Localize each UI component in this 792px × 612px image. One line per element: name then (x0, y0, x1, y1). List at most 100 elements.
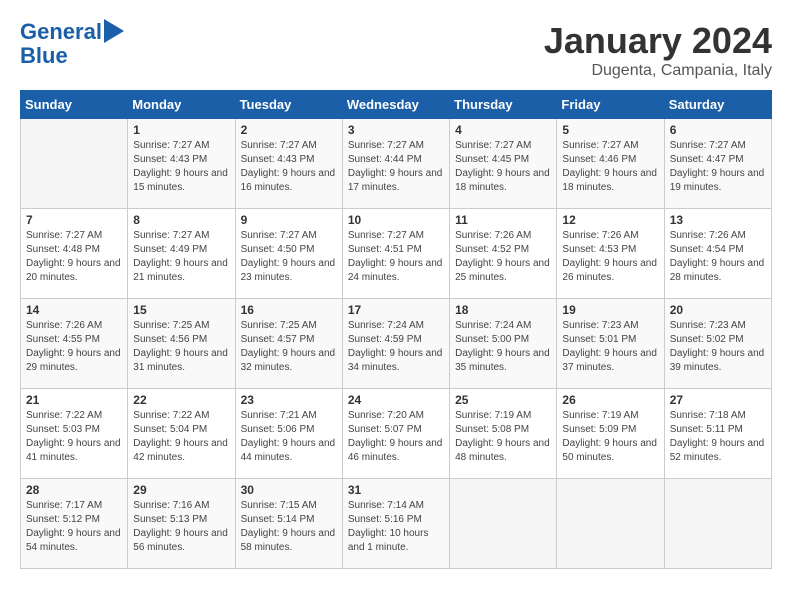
day-number: 14 (26, 303, 122, 317)
day-info: Sunrise: 7:27 AM Sunset: 4:44 PM Dayligh… (348, 139, 444, 195)
day-number: 15 (133, 303, 229, 317)
day-number: 17 (348, 303, 444, 317)
calendar-cell: 16Sunrise: 7:25 AM Sunset: 4:57 PM Dayli… (235, 299, 342, 389)
day-info: Sunrise: 7:27 AM Sunset: 4:43 PM Dayligh… (241, 139, 337, 195)
day-info: Sunrise: 7:14 AM Sunset: 5:16 PM Dayligh… (348, 499, 444, 555)
day-info: Sunrise: 7:26 AM Sunset: 4:55 PM Dayligh… (26, 319, 122, 375)
calendar-week-row: 14 Sunrise: 7:26 AM Sunset: 4:55 PM Dayli… (21, 299, 772, 389)
calendar-header-row: SundayMondayTuesdayWednesdayThursdayFrid… (21, 91, 772, 119)
day-number: 26 (562, 393, 658, 407)
day-info: Sunrise: 7:20 AM Sunset: 5:07 PM Dayligh… (348, 409, 444, 465)
day-info: Sunrise: 7:19 AM Sunset: 5:09 PM Dayligh… (562, 409, 658, 465)
day-number: 31 (348, 483, 444, 497)
day-number: 25 (455, 393, 551, 407)
day-number: 2 (241, 123, 337, 137)
day-info: Sunrise: 7:22 AM Sunset: 5:03 PM Dayligh… (26, 409, 122, 465)
calendar-cell: 31 Sunrise: 7:14 AM Sunset: 5:16 PM Dayli… (342, 479, 449, 569)
calendar-cell (557, 479, 664, 569)
day-info: Sunrise: 7:21 AM Sunset: 5:06 PM Dayligh… (241, 409, 337, 465)
calendar-cell: 3 Sunrise: 7:27 AM Sunset: 4:44 PM Daylig… (342, 119, 449, 209)
day-info: Sunrise: 7:27 AM Sunset: 4:51 PM Dayligh… (348, 229, 444, 285)
day-info: Sunrise: 7:25 AM Sunset: 4:57 PM Dayligh… (241, 319, 337, 375)
calendar-week-row: 21Sunrise: 7:22 AM Sunset: 5:03 PM Dayli… (21, 389, 772, 479)
title-area: January 2024 Dugenta, Campania, Italy (544, 20, 772, 80)
calendar-cell: 1Sunrise: 7:27 AM Sunset: 4:43 PM Daylig… (128, 119, 235, 209)
day-number: 6 (670, 123, 766, 137)
logo-blue-text: Blue (20, 44, 124, 68)
calendar-cell: 8 Sunrise: 7:27 AM Sunset: 4:49 PM Daylig… (128, 209, 235, 299)
day-info: Sunrise: 7:24 AM Sunset: 5:00 PM Dayligh… (455, 319, 551, 375)
weekday-header: Sunday (21, 91, 128, 119)
weekday-header: Wednesday (342, 91, 449, 119)
calendar-cell: 24 Sunrise: 7:20 AM Sunset: 5:07 PM Dayli… (342, 389, 449, 479)
day-number: 3 (348, 123, 444, 137)
day-number: 4 (455, 123, 551, 137)
calendar-cell: 7 Sunrise: 7:27 AM Sunset: 4:48 PM Daylig… (21, 209, 128, 299)
calendar-cell: 26 Sunrise: 7:19 AM Sunset: 5:09 PM Dayli… (557, 389, 664, 479)
calendar-cell: 6 Sunrise: 7:27 AM Sunset: 4:47 PM Daylig… (664, 119, 771, 209)
calendar-cell: 4 Sunrise: 7:27 AM Sunset: 4:45 PM Daylig… (450, 119, 557, 209)
day-info: Sunrise: 7:27 AM Sunset: 4:47 PM Dayligh… (670, 139, 766, 195)
day-number: 5 (562, 123, 658, 137)
calendar-cell: 2 Sunrise: 7:27 AM Sunset: 4:43 PM Daylig… (235, 119, 342, 209)
weekday-header: Tuesday (235, 91, 342, 119)
day-number: 8 (133, 213, 229, 227)
calendar-cell: 18 Sunrise: 7:24 AM Sunset: 5:00 PM Dayli… (450, 299, 557, 389)
day-number: 22 (133, 393, 229, 407)
page-header: General Blue January 2024 Dugenta, Campa… (20, 20, 772, 80)
calendar-cell: 15 Sunrise: 7:25 AM Sunset: 4:56 PM Dayli… (128, 299, 235, 389)
day-info: Sunrise: 7:27 AM Sunset: 4:45 PM Dayligh… (455, 139, 551, 195)
calendar-week-row: 28 Sunrise: 7:17 AM Sunset: 5:12 PM Dayli… (21, 479, 772, 569)
calendar-cell: 23Sunrise: 7:21 AM Sunset: 5:06 PM Dayli… (235, 389, 342, 479)
day-info: Sunrise: 7:23 AM Sunset: 5:02 PM Dayligh… (670, 319, 766, 375)
calendar-cell: 29Sunrise: 7:16 AM Sunset: 5:13 PM Dayli… (128, 479, 235, 569)
logo-arrow-icon (104, 19, 124, 43)
day-info: Sunrise: 7:27 AM Sunset: 4:48 PM Dayligh… (26, 229, 122, 285)
day-number: 18 (455, 303, 551, 317)
day-number: 10 (348, 213, 444, 227)
calendar-cell: 28 Sunrise: 7:17 AM Sunset: 5:12 PM Dayli… (21, 479, 128, 569)
calendar-cell: 17Sunrise: 7:24 AM Sunset: 4:59 PM Dayli… (342, 299, 449, 389)
weekday-header: Friday (557, 91, 664, 119)
day-info: Sunrise: 7:17 AM Sunset: 5:12 PM Dayligh… (26, 499, 122, 555)
month-title: January 2024 (544, 20, 772, 62)
day-number: 9 (241, 213, 337, 227)
calendar-cell: 21Sunrise: 7:22 AM Sunset: 5:03 PM Dayli… (21, 389, 128, 479)
day-info: Sunrise: 7:18 AM Sunset: 5:11 PM Dayligh… (670, 409, 766, 465)
day-info: Sunrise: 7:25 AM Sunset: 4:56 PM Dayligh… (133, 319, 229, 375)
calendar-table: SundayMondayTuesdayWednesdayThursdayFrid… (20, 90, 772, 569)
weekday-header: Thursday (450, 91, 557, 119)
weekday-header: Monday (128, 91, 235, 119)
day-info: Sunrise: 7:22 AM Sunset: 5:04 PM Dayligh… (133, 409, 229, 465)
calendar-cell: 14 Sunrise: 7:26 AM Sunset: 4:55 PM Dayli… (21, 299, 128, 389)
day-number: 7 (26, 213, 122, 227)
calendar-cell: 27Sunrise: 7:18 AM Sunset: 5:11 PM Dayli… (664, 389, 771, 479)
day-info: Sunrise: 7:15 AM Sunset: 5:14 PM Dayligh… (241, 499, 337, 555)
day-info: Sunrise: 7:27 AM Sunset: 4:50 PM Dayligh… (241, 229, 337, 285)
calendar-cell: 30 Sunrise: 7:15 AM Sunset: 5:14 PM Dayli… (235, 479, 342, 569)
day-number: 12 (562, 213, 658, 227)
day-info: Sunrise: 7:26 AM Sunset: 4:54 PM Dayligh… (670, 229, 766, 285)
day-number: 24 (348, 393, 444, 407)
logo-text: General (20, 20, 102, 44)
day-info: Sunrise: 7:16 AM Sunset: 5:13 PM Dayligh… (133, 499, 229, 555)
day-info: Sunrise: 7:27 AM Sunset: 4:46 PM Dayligh… (562, 139, 658, 195)
day-info: Sunrise: 7:27 AM Sunset: 4:43 PM Dayligh… (133, 139, 229, 195)
day-info: Sunrise: 7:26 AM Sunset: 4:52 PM Dayligh… (455, 229, 551, 285)
calendar-cell: 13 Sunrise: 7:26 AM Sunset: 4:54 PM Dayli… (664, 209, 771, 299)
day-number: 13 (670, 213, 766, 227)
day-number: 28 (26, 483, 122, 497)
calendar-cell: 10 Sunrise: 7:27 AM Sunset: 4:51 PM Dayli… (342, 209, 449, 299)
calendar-cell: 11Sunrise: 7:26 AM Sunset: 4:52 PM Dayli… (450, 209, 557, 299)
calendar-cell (664, 479, 771, 569)
calendar-cell: 12Sunrise: 7:26 AM Sunset: 4:53 PM Dayli… (557, 209, 664, 299)
day-info: Sunrise: 7:27 AM Sunset: 4:49 PM Dayligh… (133, 229, 229, 285)
calendar-week-row: 7 Sunrise: 7:27 AM Sunset: 4:48 PM Daylig… (21, 209, 772, 299)
day-number: 30 (241, 483, 337, 497)
day-number: 19 (562, 303, 658, 317)
location-text: Dugenta, Campania, Italy (544, 62, 772, 80)
day-number: 20 (670, 303, 766, 317)
calendar-cell: 20 Sunrise: 7:23 AM Sunset: 5:02 PM Dayli… (664, 299, 771, 389)
calendar-cell: 19Sunrise: 7:23 AM Sunset: 5:01 PM Dayli… (557, 299, 664, 389)
calendar-cell (21, 119, 128, 209)
